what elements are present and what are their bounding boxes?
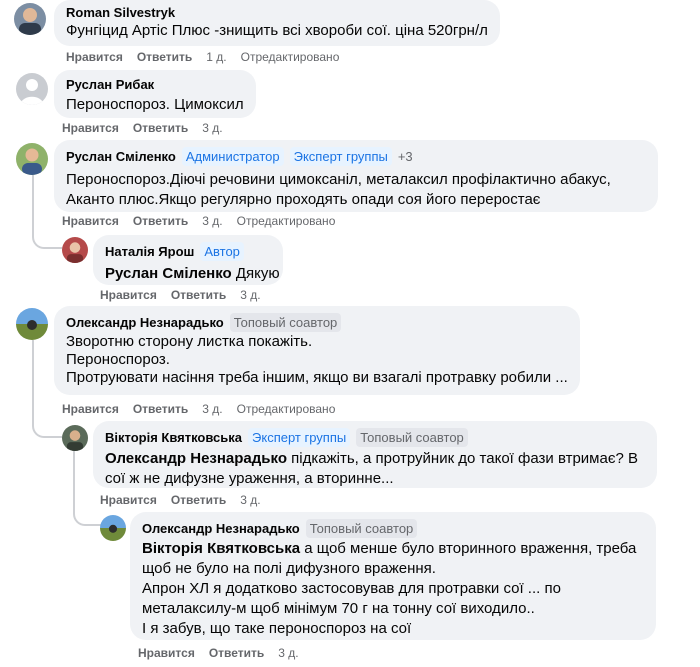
comment-line: І я забув, що таке пероноспороз на сої	[142, 620, 412, 637]
comment-actions: Нравится Ответить 3 д. Отредактировано	[62, 402, 335, 416]
avatar[interactable]	[16, 143, 48, 175]
author-name[interactable]: Олександр Незнарадько	[66, 315, 224, 330]
top-contributor-badge[interactable]: Топовый соавтор	[229, 313, 342, 332]
comment-text-rest: Дякую	[231, 265, 280, 282]
avatar[interactable]	[16, 73, 48, 105]
comment-text: Олександр Незнарадько підкажіть, а протр…	[105, 449, 645, 489]
comment-line: Протруювати насіння треба іншим, якщо ви…	[66, 369, 568, 386]
like-button[interactable]: Нравится	[100, 493, 157, 507]
author-badge[interactable]: Автор	[200, 242, 244, 261]
comment-actions: Нравится Ответить 3 д.	[138, 646, 299, 660]
comment-text: Фунгіцид Артіс Плюс -знищить всі хвороби…	[66, 22, 488, 39]
timestamp[interactable]: 3 д.	[202, 402, 222, 416]
comment-line: Пероноспороз.	[66, 351, 170, 368]
avatar[interactable]	[100, 515, 126, 541]
top-contributor-badge[interactable]: Топовый соавтор	[356, 428, 468, 447]
comment-text: Руслан Сміленко Дякую	[105, 264, 280, 284]
like-button[interactable]: Нравится	[62, 214, 119, 228]
comment-bubble: Олександр Незнарадько Топовый соавтор Ві…	[130, 512, 656, 640]
comment-line: щоб не було на полі дифузного враження.	[142, 560, 436, 577]
comment-text: Зворотню сторону листка покажіть. Пероно…	[66, 333, 568, 387]
reply-button[interactable]: Ответить	[137, 50, 192, 64]
comment-actions: Нравится Ответить 3 д.	[100, 288, 261, 302]
edited-label: Отредактировано	[236, 214, 336, 228]
group-expert-badge[interactable]: Эксперт группы	[248, 428, 351, 447]
comment-bubble: Руслан Рибак Пероноспороз. Цимоксил	[54, 70, 256, 118]
comment-text: Пероноспороз.Діючі речовини цимоксаніл, …	[66, 170, 646, 210]
timestamp[interactable]: 3 д.	[202, 214, 222, 228]
mention-link[interactable]: Олександр Незнарадько	[105, 450, 287, 467]
comment-line: Зворотню сторону листка покажіть.	[66, 333, 313, 350]
comment-actions: Нравится Ответить 3 д.	[100, 493, 261, 507]
like-button[interactable]: Нравится	[62, 402, 119, 416]
thread-line	[32, 340, 36, 410]
author-name[interactable]: Руслан Сміленко	[66, 149, 176, 164]
author-name[interactable]: Руслан Рибак	[66, 77, 154, 92]
mention-link[interactable]: Вікторія Квятковська	[142, 540, 300, 557]
reply-button[interactable]: Ответить	[209, 646, 264, 660]
comment-line: Олександр Незнарадько підкажіть, а протр…	[105, 449, 645, 469]
like-button[interactable]: Нравится	[66, 50, 123, 64]
comment-actions: Нравится Ответить 3 д.	[62, 121, 223, 135]
comment-actions: Нравится Ответить 1 д. Отредактировано	[66, 50, 339, 64]
reply-button[interactable]: Ответить	[133, 214, 188, 228]
mention-link[interactable]: Руслан Сміленко	[105, 265, 232, 282]
reply-button[interactable]: Ответить	[133, 121, 188, 135]
comment-bubble: Наталія Ярош Автор Руслан Сміленко Дякую	[93, 235, 283, 285]
author-name[interactable]: Олександр Незнарадько	[142, 521, 300, 536]
timestamp[interactable]: 3 д.	[240, 288, 260, 302]
comment-line: Апрон ХЛ я додатково застосовував для пр…	[142, 580, 561, 597]
avatar[interactable]	[62, 425, 88, 451]
reply-button[interactable]: Ответить	[171, 493, 226, 507]
group-expert-badge[interactable]: Эксперт группы	[289, 147, 392, 166]
comment-actions: Нравится Ответить 3 д. Отредактировано	[62, 214, 335, 228]
comment-line: сої ж не дифузне ураження, а вторинне...	[105, 470, 394, 487]
comment-bubble: Вікторія Квятковська Эксперт группы Топо…	[93, 421, 657, 488]
top-contributor-badge[interactable]: Топовый соавтор	[305, 519, 418, 538]
thread-line	[32, 410, 62, 438]
comment-text: Пероноспороз. Цимоксил	[66, 96, 244, 113]
edited-label: Отредактировано	[236, 402, 336, 416]
reply-button[interactable]: Ответить	[133, 402, 188, 416]
comment-text-rest: підкажіть, а протруйник до такої фази вт…	[287, 450, 639, 467]
comment-bubble: Олександр Незнарадько Топовый соавтор Зв…	[54, 306, 580, 395]
author-name[interactable]: Вікторія Квятковська	[105, 430, 242, 445]
like-button[interactable]: Нравится	[138, 646, 195, 660]
comment-line: металаксилу-м щоб мінімум 70 г на тонну …	[142, 600, 535, 617]
like-button[interactable]: Нравится	[100, 288, 157, 302]
author-name[interactable]: Наталія Ярош	[105, 244, 194, 259]
avatar[interactable]	[16, 308, 48, 340]
author-name[interactable]: Roman Silvestryk	[66, 5, 175, 20]
timestamp[interactable]: 3 д.	[202, 121, 222, 135]
more-badges[interactable]: +3	[398, 149, 413, 164]
comment-bubble: Roman Silvestryk Фунгіцид Артіс Плюс -зн…	[54, 0, 500, 46]
comment-text-rest: а щоб менше було вторинного враження, тр…	[300, 540, 637, 557]
timestamp[interactable]: 3 д.	[278, 646, 298, 660]
avatar[interactable]	[14, 3, 46, 35]
comment-line: Вікторія Квятковська а щоб менше було вт…	[142, 539, 644, 559]
comment-line: Пероноспороз.Діючі речовини цимоксаніл, …	[66, 171, 611, 188]
timestamp[interactable]: 1 д.	[206, 50, 226, 64]
reply-button[interactable]: Ответить	[171, 288, 226, 302]
like-button[interactable]: Нравится	[62, 121, 119, 135]
comment-bubble: Руслан Сміленко Администратор Эксперт гр…	[54, 140, 658, 212]
timestamp[interactable]: 3 д.	[240, 493, 260, 507]
admin-badge[interactable]: Администратор	[181, 147, 284, 166]
avatar[interactable]	[62, 237, 88, 263]
comment-text: Вікторія Квятковська а щоб менше було вт…	[142, 539, 644, 639]
comment-line: Аканто плюс.Якщо регулярно проходять опа…	[66, 191, 541, 208]
edited-label: Отредактировано	[240, 50, 340, 64]
